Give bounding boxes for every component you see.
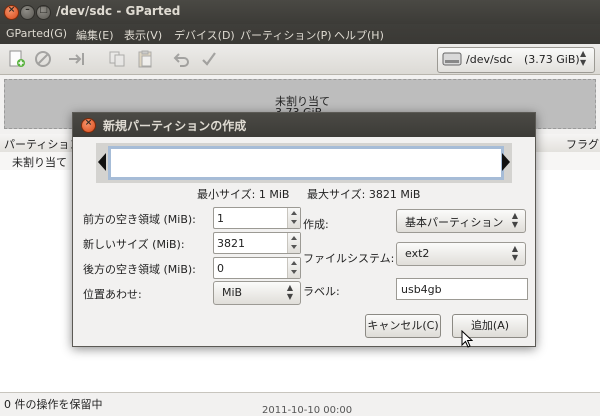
- window-title: /dev/sdc - GParted: [56, 4, 181, 18]
- menu-gparted[interactable]: GParted(G): [6, 27, 67, 40]
- mouse-cursor-icon: [461, 330, 473, 348]
- combo-arrows-icon: ▲ ▼: [286, 283, 294, 301]
- spin-down-icon[interactable]: [291, 220, 297, 224]
- spin-up-icon[interactable]: [291, 261, 297, 265]
- new-size-spinner[interactable]: [213, 232, 301, 254]
- filesystem-select[interactable]: ext2 ▲ ▼: [396, 242, 526, 266]
- align-select[interactable]: MiB ▲ ▼: [213, 281, 301, 305]
- menu-device[interactable]: デバイス(D): [174, 27, 235, 43]
- spinner-buttons: [287, 258, 300, 278]
- column-header-partition[interactable]: パーティション: [4, 136, 80, 152]
- device-name: /dev/sdc: [466, 53, 513, 66]
- space-before-label: 前方の空き領域 (MiB):: [83, 213, 196, 226]
- dialog-close-button[interactable]: ×: [81, 118, 96, 133]
- cancel-button[interactable]: キャンセル(C): [365, 314, 441, 338]
- create-as-label: 作成:: [303, 218, 329, 231]
- spin-up-icon[interactable]: [291, 211, 297, 215]
- create-as-select[interactable]: 基本パーティション ▲ ▼: [396, 209, 526, 233]
- combo-arrows-icon: ▲ ▼: [511, 244, 519, 262]
- resize-icon[interactable]: [68, 50, 86, 68]
- menu-help[interactable]: ヘルプ(H): [334, 27, 384, 43]
- menu-partition[interactable]: パーティション(P): [240, 27, 332, 43]
- space-before-input[interactable]: [214, 208, 284, 228]
- space-after-input[interactable]: [214, 258, 284, 278]
- column-header-flags[interactable]: フラグ: [566, 136, 599, 152]
- spin-up-icon[interactable]: [291, 236, 297, 240]
- resize-handle-left-icon[interactable]: [98, 153, 106, 171]
- partition-name-cell: 未割り当て: [12, 156, 67, 169]
- spinner-buttons: [287, 208, 300, 228]
- copy-icon[interactable]: [108, 50, 126, 68]
- apply-icon[interactable]: [200, 50, 218, 68]
- combo-arrows-icon: ▲ ▼: [580, 49, 587, 67]
- align-value: MiB: [222, 286, 243, 299]
- disk-icon: [442, 52, 462, 66]
- align-label: 位置あわせ:: [83, 288, 142, 301]
- resizer-partition-block[interactable]: [108, 146, 504, 180]
- combo-arrows-icon: ▲ ▼: [511, 211, 519, 229]
- toolbar: /dev/sdc (3.73 GiB) ▲ ▼: [0, 44, 600, 75]
- close-icon: ×: [84, 118, 93, 128]
- space-after-spinner[interactable]: [213, 257, 301, 279]
- dialog-titlebar: × 新規パーティションの作成: [73, 113, 535, 137]
- device-selector[interactable]: /dev/sdc (3.73 GiB) ▲ ▼: [437, 47, 595, 73]
- resize-handle-right-icon[interactable]: [502, 153, 510, 171]
- max-size-label: 最大サイズ: 3821 MiB: [307, 188, 421, 201]
- window-titlebar: × – □ /dev/sdc - GParted: [0, 0, 600, 24]
- pending-operations-status: 0 件の操作を保留中: [4, 398, 103, 411]
- create-partition-dialog: × 新規パーティションの作成 最小サイズ: 1 MiB 最大サイズ: 3821 …: [72, 112, 536, 347]
- partition-label-field[interactable]: [396, 278, 528, 300]
- spin-down-icon[interactable]: [291, 245, 297, 249]
- maximize-icon: □: [39, 5, 48, 15]
- minimize-icon: –: [25, 5, 30, 15]
- partition-label-label: ラベル:: [303, 285, 340, 298]
- background-timestamp: 2011-10-10 00:00: [262, 405, 353, 416]
- space-after-label: 後方の空き領域 (MiB):: [83, 263, 196, 276]
- new-size-label: 新しいサイズ (MiB):: [83, 238, 185, 251]
- spin-down-icon[interactable]: [291, 270, 297, 274]
- new-icon[interactable]: [8, 50, 26, 68]
- min-size-label: 最小サイズ: 1 MiB: [197, 188, 290, 201]
- statusbar: 0 件の操作を保留中 2011-10-10 00:00: [0, 392, 600, 416]
- menu-edit[interactable]: 編集(E): [76, 27, 114, 43]
- undo-icon[interactable]: [172, 50, 190, 68]
- device-size: (3.73 GiB): [524, 53, 580, 66]
- menubar: GParted(G) 編集(E) 表示(V) デバイス(D) パーティション(P…: [0, 24, 600, 44]
- filesystem-label: ファイルシステム:: [303, 252, 395, 265]
- menu-view[interactable]: 表示(V): [124, 27, 162, 43]
- create-as-value: 基本パーティション: [405, 216, 504, 229]
- paste-icon[interactable]: [136, 50, 154, 68]
- window-maximize-button[interactable]: □: [36, 5, 51, 20]
- close-icon: ×: [7, 5, 16, 15]
- window-minimize-button[interactable]: –: [20, 5, 35, 20]
- space-before-spinner[interactable]: [213, 207, 301, 229]
- window-close-button[interactable]: ×: [4, 5, 19, 20]
- delete-icon[interactable]: [34, 50, 52, 68]
- partition-label-input[interactable]: [397, 279, 527, 299]
- dialog-title: 新規パーティションの作成: [103, 119, 247, 133]
- spinner-buttons: [287, 233, 300, 253]
- new-size-input[interactable]: [214, 233, 284, 253]
- partition-resizer: [96, 143, 512, 183]
- filesystem-value: ext2: [405, 247, 430, 260]
